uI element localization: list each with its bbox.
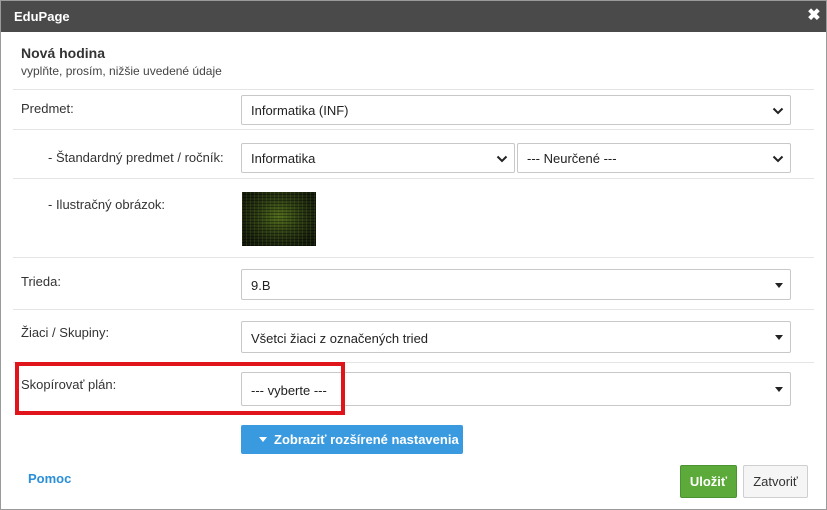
class-value: 9.B [251,278,271,293]
dialog-window: EduPage ✖ Nová hodina vyplňte, prosím, n… [0,0,827,510]
divider [13,257,814,258]
help-link[interactable]: Pomoc [28,471,71,486]
window-title: EduPage [14,9,70,24]
students-value: Všetci žiaci z označených tried [251,331,429,346]
caret-down-icon [259,437,267,442]
save-button[interactable]: Uložiť [680,465,737,498]
close-button[interactable]: Zatvoriť [743,465,808,498]
grade-value: --- Neurčené --- [527,151,617,166]
divider [13,89,814,90]
standard-subject-value: Informatika [251,151,316,166]
image-label: - Ilustračný obrázok: [48,197,166,212]
subject-label: Predmet: [21,101,74,116]
grade-select[interactable]: --- Neurčené --- [517,143,791,173]
class-select[interactable]: 9.B [241,269,791,300]
highlight-box [15,362,345,415]
standard-subject-select[interactable]: Informatika [241,143,515,173]
page-title: Nová hodina [21,45,106,61]
subject-select[interactable]: Informatika (INF) [241,95,791,125]
caret-down-icon [775,335,783,340]
chevron-down-icon [496,155,508,163]
advanced-settings-button[interactable]: Zobraziť rozšírené nastavenia [241,425,463,454]
title-bar: EduPage ✖ [1,1,826,32]
illustration-image[interactable] [242,192,316,246]
subject-value: Informatika (INF) [251,103,349,118]
chevron-down-icon [772,155,784,163]
standard-subject-label: - Štandardný predmet / ročník: [48,150,224,165]
divider [13,178,814,179]
close-icon[interactable]: ✖ [805,7,823,25]
divider [13,129,814,130]
advanced-settings-label: Zobraziť rozšírené nastavenia [274,432,459,447]
chevron-down-icon [772,107,784,115]
caret-down-icon [775,387,783,392]
students-select[interactable]: Všetci žiaci z označených tried [241,321,791,353]
page-subtitle: vyplňte, prosím, nižšie uvedené údaje [21,64,222,78]
caret-down-icon [775,283,783,288]
divider [13,309,814,310]
students-label: Žiaci / Skupiny: [21,325,110,340]
class-label: Trieda: [21,274,61,289]
